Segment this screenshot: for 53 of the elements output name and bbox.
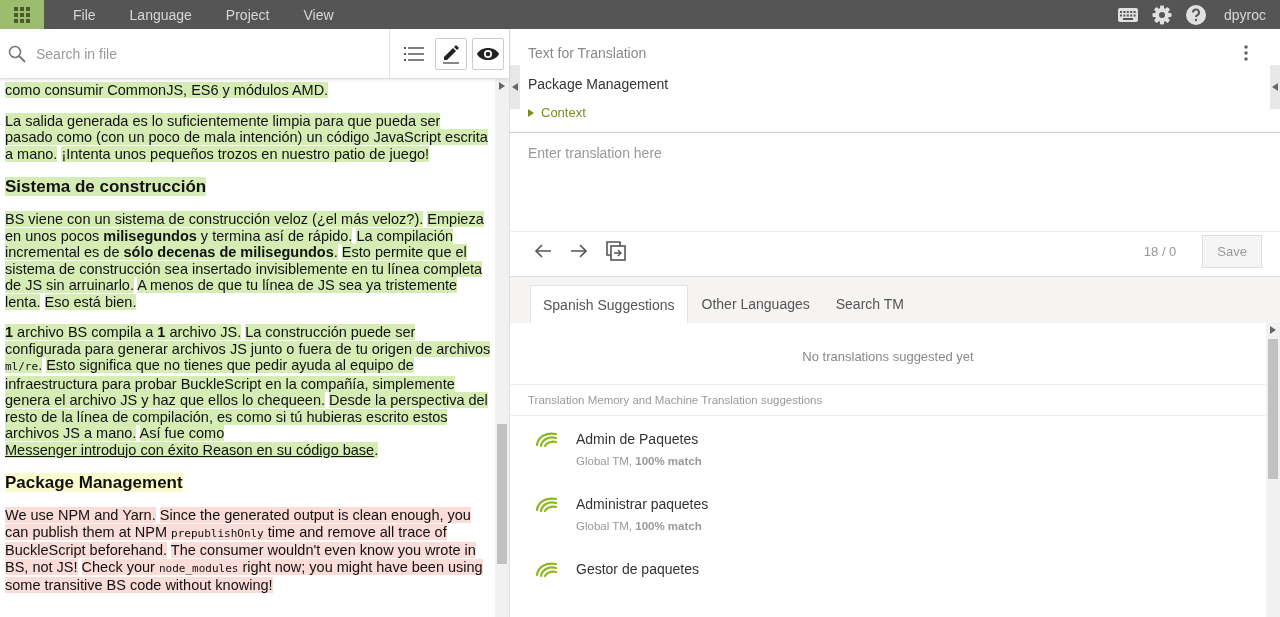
search-icon: [8, 44, 26, 63]
suggestion-text[interactable]: Gestor de paquetes: [576, 561, 699, 577]
heading-text[interactable]: Sistema de construcción: [5, 176, 491, 197]
scrollbar-track[interactable]: [495, 79, 509, 617]
keyboard-icon[interactable]: [1117, 7, 1138, 22]
translation-field[interactable]: Enter translation here: [510, 133, 1280, 232]
scrollbar-track[interactable]: [1266, 323, 1280, 617]
menu-item[interactable]: Project: [220, 6, 275, 23]
user-name[interactable]: dpyroc: [1223, 6, 1266, 23]
edit-button[interactable]: [435, 37, 467, 70]
pencil-icon: [441, 43, 461, 64]
panel-title: Text for Translation: [528, 45, 647, 61]
caret-icon: [528, 108, 534, 117]
suggestion-meta: Global TM, 100% match: [576, 455, 702, 467]
swoosh-logo-icon: [534, 431, 558, 449]
caret-icon: [512, 83, 518, 91]
suggestion-text[interactable]: Admin de Paquetes: [576, 431, 702, 447]
empty-message: No translations suggested yet: [510, 327, 1266, 385]
section-label: Translation Memory and Machine Translation suggestions: [510, 385, 1266, 416]
caret-icon: [1272, 83, 1278, 91]
paragraph-text[interactable]: 1 archivo BS compila a 1 archivo JS. La construcción puede ser configurada para generar archivos JS junto o fuera de tu origen de archivos ml/re. Esto significa que no tienes que pedir ayuda al equipo de infraestructura para probar BuckleScript en la compañía, simplemente genera el archivo JS y haz que ellos lo chequeen. Desde la perspectiva del resto de la línea de compilación, es como si tú hubieras escrito estos archivos JS a mano. Así fue como Messenger introdujo con éxito Reason en su código base.: [5, 324, 491, 458]
heading-text[interactable]: Package Management: [5, 472, 491, 493]
tab[interactable]: Other Languages: [689, 285, 822, 323]
eye-icon: [477, 46, 499, 61]
scrollbar-thumb[interactable]: [1268, 339, 1278, 479]
list-icon: [404, 45, 424, 62]
tab[interactable]: Spanish Suggestions: [530, 285, 688, 323]
menu-item[interactable]: Language: [124, 6, 197, 23]
arrow-right-icon: [570, 243, 588, 259]
paragraph-text[interactable]: BS viene con un sistema de construcción veloz (¿el más veloz?). Empieza en unos pocos milisegundos y termina así de rápido. La compilación incremental es de sólo decenas de milisegundos. Esto permite que el sistema de construcción sea insertado invisiblemente en tu línea completa de JS sin arruinarlo. A menos de que tu línea de JS sea ya tristemente lenta. Eso está bien.: [5, 211, 491, 310]
preview-button[interactable]: [472, 37, 504, 70]
suggestion-meta: Global TM, 100% match: [576, 520, 703, 532]
source-text: Package Management: [528, 76, 670, 92]
swoosh-logo-icon: [534, 496, 558, 514]
collapse-left-button[interactable]: [510, 65, 520, 109]
collapse-right-button[interactable]: [1270, 65, 1280, 109]
swoosh-logo-icon: [534, 561, 558, 579]
arrow-left-icon: [534, 243, 552, 259]
segment-counter: 18 / 0: [1143, 243, 1177, 259]
menu-item[interactable]: View: [298, 6, 339, 23]
more-icon[interactable]: [1244, 45, 1248, 61]
help-icon[interactable]: [1185, 4, 1206, 25]
paragraph-text[interactable]: La salida generada es lo suficientemente limpia para que pueda ser pasado como (con un poco de mala intención) un código JavaScript escrita a mano. ¡Intenta unos pequeños trozos en nuestro patio de juego!: [5, 112, 491, 162]
copy-icon: [606, 241, 626, 261]
scrollbar-thumb[interactable]: [497, 424, 507, 564]
tab[interactable]: Search TM: [823, 285, 916, 323]
grid-icon: [14, 6, 30, 23]
context-toggle[interactable]: Context: [528, 105, 586, 120]
link[interactable]: Messenger introdujo con éxito Reason en su código base: [5, 441, 375, 458]
copy-source-button[interactable]: [604, 239, 628, 263]
app-grid-button[interactable]: [0, 0, 44, 29]
menu-item[interactable]: File: [68, 6, 101, 23]
suggestion-text[interactable]: Administrar paquetes: [576, 496, 709, 512]
